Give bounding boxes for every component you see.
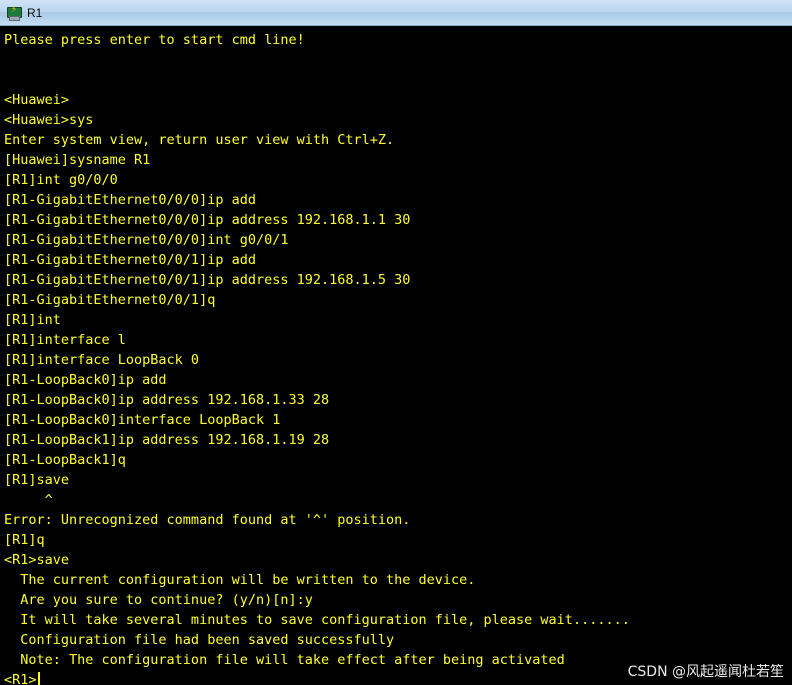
terminal-line: [R1]int g0/0/0 [4,172,118,188]
terminal-line: [Huawei]sysname R1 [4,152,151,168]
terminal-line: [R1]interface LoopBack 0 [4,352,200,368]
terminal-line: [R1-LoopBack1]q [4,452,126,468]
terminal-line: The current configuration will be writte… [4,572,476,588]
terminal-line: [R1-GigabitEthernet0/0/0]int g0/0/1 [4,232,289,248]
terminal-line: Error: Unrecognized command found at '^'… [4,512,411,528]
terminal-output[interactable]: Please press enter to start cmd line! <Hu… [0,26,792,685]
router-console-icon: ⚡ [6,4,22,21]
terminal-line: Configuration file had been saved succes… [4,632,395,648]
terminal-line: [R1]interface l [4,332,126,348]
terminal-line: <Huawei>sys [4,112,94,128]
terminal-line: It will take several minutes to save con… [4,612,630,628]
terminal-line: <Huawei> [4,92,70,108]
terminal-line: [R1-GigabitEthernet0/0/1]ip address 192.… [4,272,411,288]
terminal-line: [R1-LoopBack1]ip address 192.168.1.19 28 [4,432,330,448]
terminal-line: Are you sure to continue? (y/n)[n]:y [4,592,313,608]
terminal-line: <R1>save [4,552,70,568]
text-cursor [37,672,40,685]
terminal-line: [R1-GigabitEthernet0/0/0]ip add [4,192,256,208]
router-cli-window: ⚡ R1 Please press enter to start cmd lin… [0,0,792,685]
terminal-prompt: <R1> [4,672,37,685]
terminal-line: [R1-GigabitEthernet0/0/0]ip address 192.… [4,212,411,228]
terminal-line: [R1-GigabitEthernet0/0/1]ip add [4,252,256,268]
terminal-line: [R1]save [4,472,70,488]
terminal-line: [R1-LoopBack0]interface LoopBack 1 [4,412,281,428]
watermark-text: CSDN @风起遥闻杜若笙 [627,664,784,680]
terminal-line: Enter system view, return user view with… [4,132,395,148]
terminal-line: [R1-GigabitEthernet0/0/1]q [4,292,216,308]
terminal-line: [R1-LoopBack0]ip address 192.168.1.33 28 [4,392,330,408]
terminal-line: [R1]int [4,312,61,328]
terminal-line: Please press enter to start cmd line! [4,32,305,48]
window-title: R1 [27,5,43,20]
window-title-bar: ⚡ R1 [0,0,792,26]
terminal-line: [R1]q [4,532,45,548]
terminal-line: [R1-LoopBack0]ip add [4,372,167,388]
terminal-line: ^ [4,492,53,508]
